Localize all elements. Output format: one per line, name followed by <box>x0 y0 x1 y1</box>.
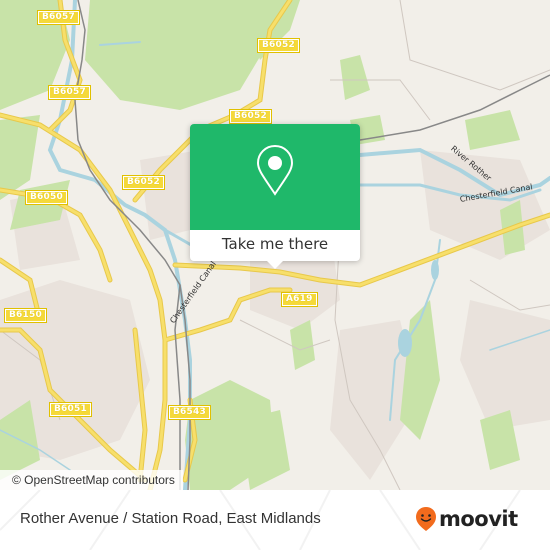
map[interactable]: B6057 B6057 B6052 B6052 B6052 B6050 B615… <box>0 0 550 490</box>
popup-pointer <box>266 260 284 269</box>
road-label-b6057: B6057 <box>48 85 91 100</box>
footer: Rother Avenue / Station Road, East Midla… <box>0 490 550 550</box>
road-label-b6050: B6050 <box>25 190 68 205</box>
popup-header[interactable] <box>190 124 360 230</box>
location-title: Rother Avenue / Station Road, East Midla… <box>20 510 321 527</box>
road-label-b6052: B6052 <box>257 38 300 53</box>
road-label-b6150: B6150 <box>4 308 47 323</box>
moovit-logo: moovit <box>415 506 518 532</box>
moovit-wordmark: moovit <box>439 507 518 531</box>
road-label-a619: A619 <box>281 292 318 307</box>
road-label-b6052: B6052 <box>229 109 272 124</box>
road-label-b6051: B6051 <box>49 402 92 417</box>
take-me-there-button[interactable]: Take me there <box>190 230 360 261</box>
road-label-b6052: B6052 <box>122 175 165 190</box>
moovit-pin-icon <box>416 507 436 531</box>
map-attribution[interactable]: © OpenStreetMap contributors <box>0 470 183 490</box>
road-label-b6543: B6543 <box>168 405 211 420</box>
location-pin-icon <box>256 144 294 196</box>
destination-popup[interactable]: Take me there <box>190 124 360 269</box>
road-label-b6057: B6057 <box>37 10 80 25</box>
